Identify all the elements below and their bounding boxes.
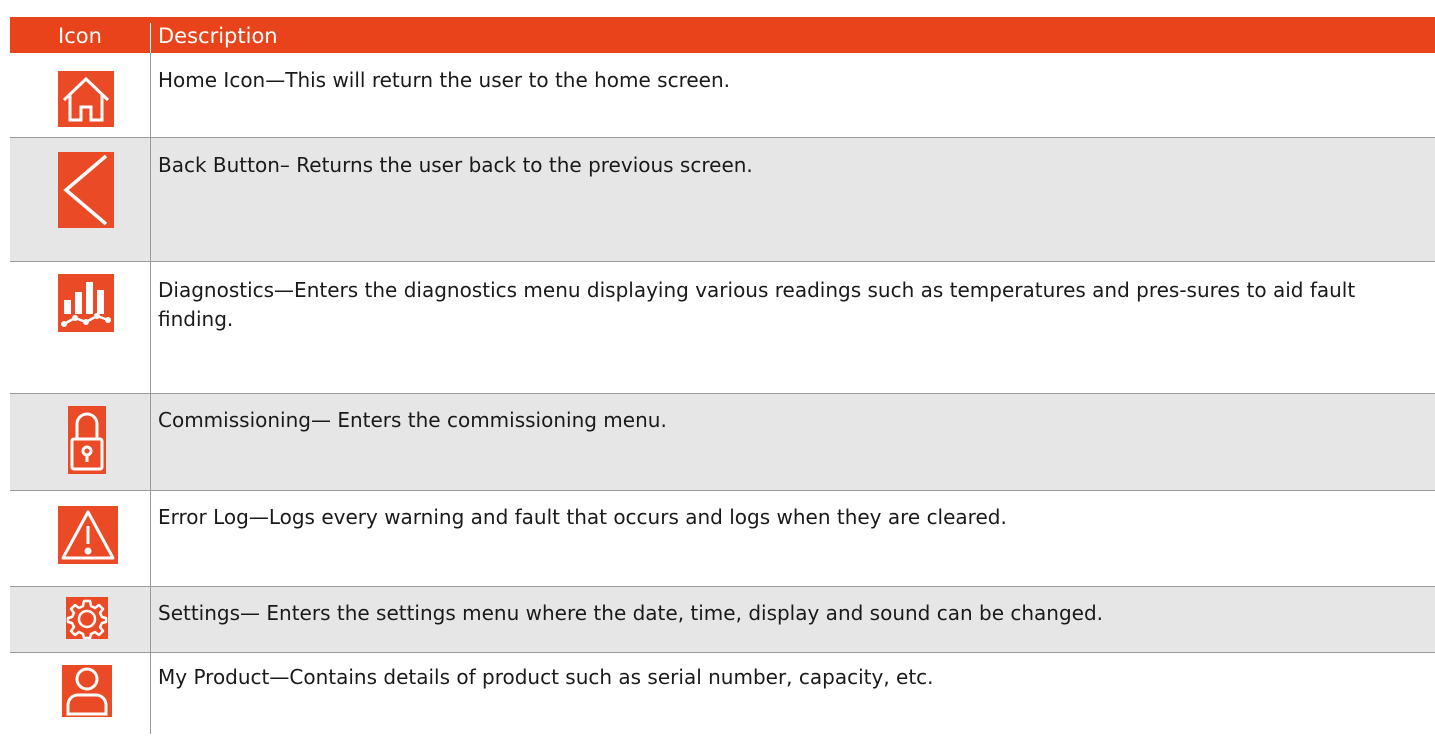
table-row: Back Button– Returns the user back to th… (10, 138, 1435, 262)
table-header: Icon Description (10, 17, 1435, 53)
row-description: My Product—Contains details of product s… (158, 665, 934, 689)
gear-icon (66, 597, 108, 639)
table-row: Settings— Enters the settings menu where… (10, 587, 1435, 653)
row-description: Back Button– Returns the user back to th… (158, 153, 753, 177)
row-description: Commissioning— Enters the commissioning … (158, 408, 667, 432)
row-description: Diagnostics—Enters the diagnostics menu … (158, 278, 1356, 331)
description-column-header: Description (158, 24, 278, 48)
row-description: Settings— Enters the settings menu where… (158, 601, 1104, 625)
header-divider (150, 23, 151, 53)
row-description: Error Log—Logs every warning and fault t… (158, 505, 1007, 529)
icon-description-table: Icon Description Home Icon—This will ret… (10, 17, 1435, 734)
table-row: Diagnostics—Enters the diagnostics menu … (10, 262, 1435, 394)
table-row: Commissioning— Enters the commissioning … (10, 394, 1435, 491)
padlock-icon (68, 406, 106, 474)
table-row: Error Log—Logs every warning and fault t… (10, 491, 1435, 587)
warning-icon (58, 506, 118, 564)
icon-column-header: Icon (58, 24, 102, 48)
user-icon (62, 665, 112, 717)
table-row: My Product—Contains details of product s… (10, 653, 1435, 734)
row-description: Home Icon—This will return the user to t… (158, 68, 731, 92)
back-arrow-icon (58, 152, 114, 228)
table-row: Home Icon—This will return the user to t… (10, 53, 1435, 138)
home-icon (58, 71, 114, 127)
diagnostics-chart-icon (58, 274, 114, 332)
